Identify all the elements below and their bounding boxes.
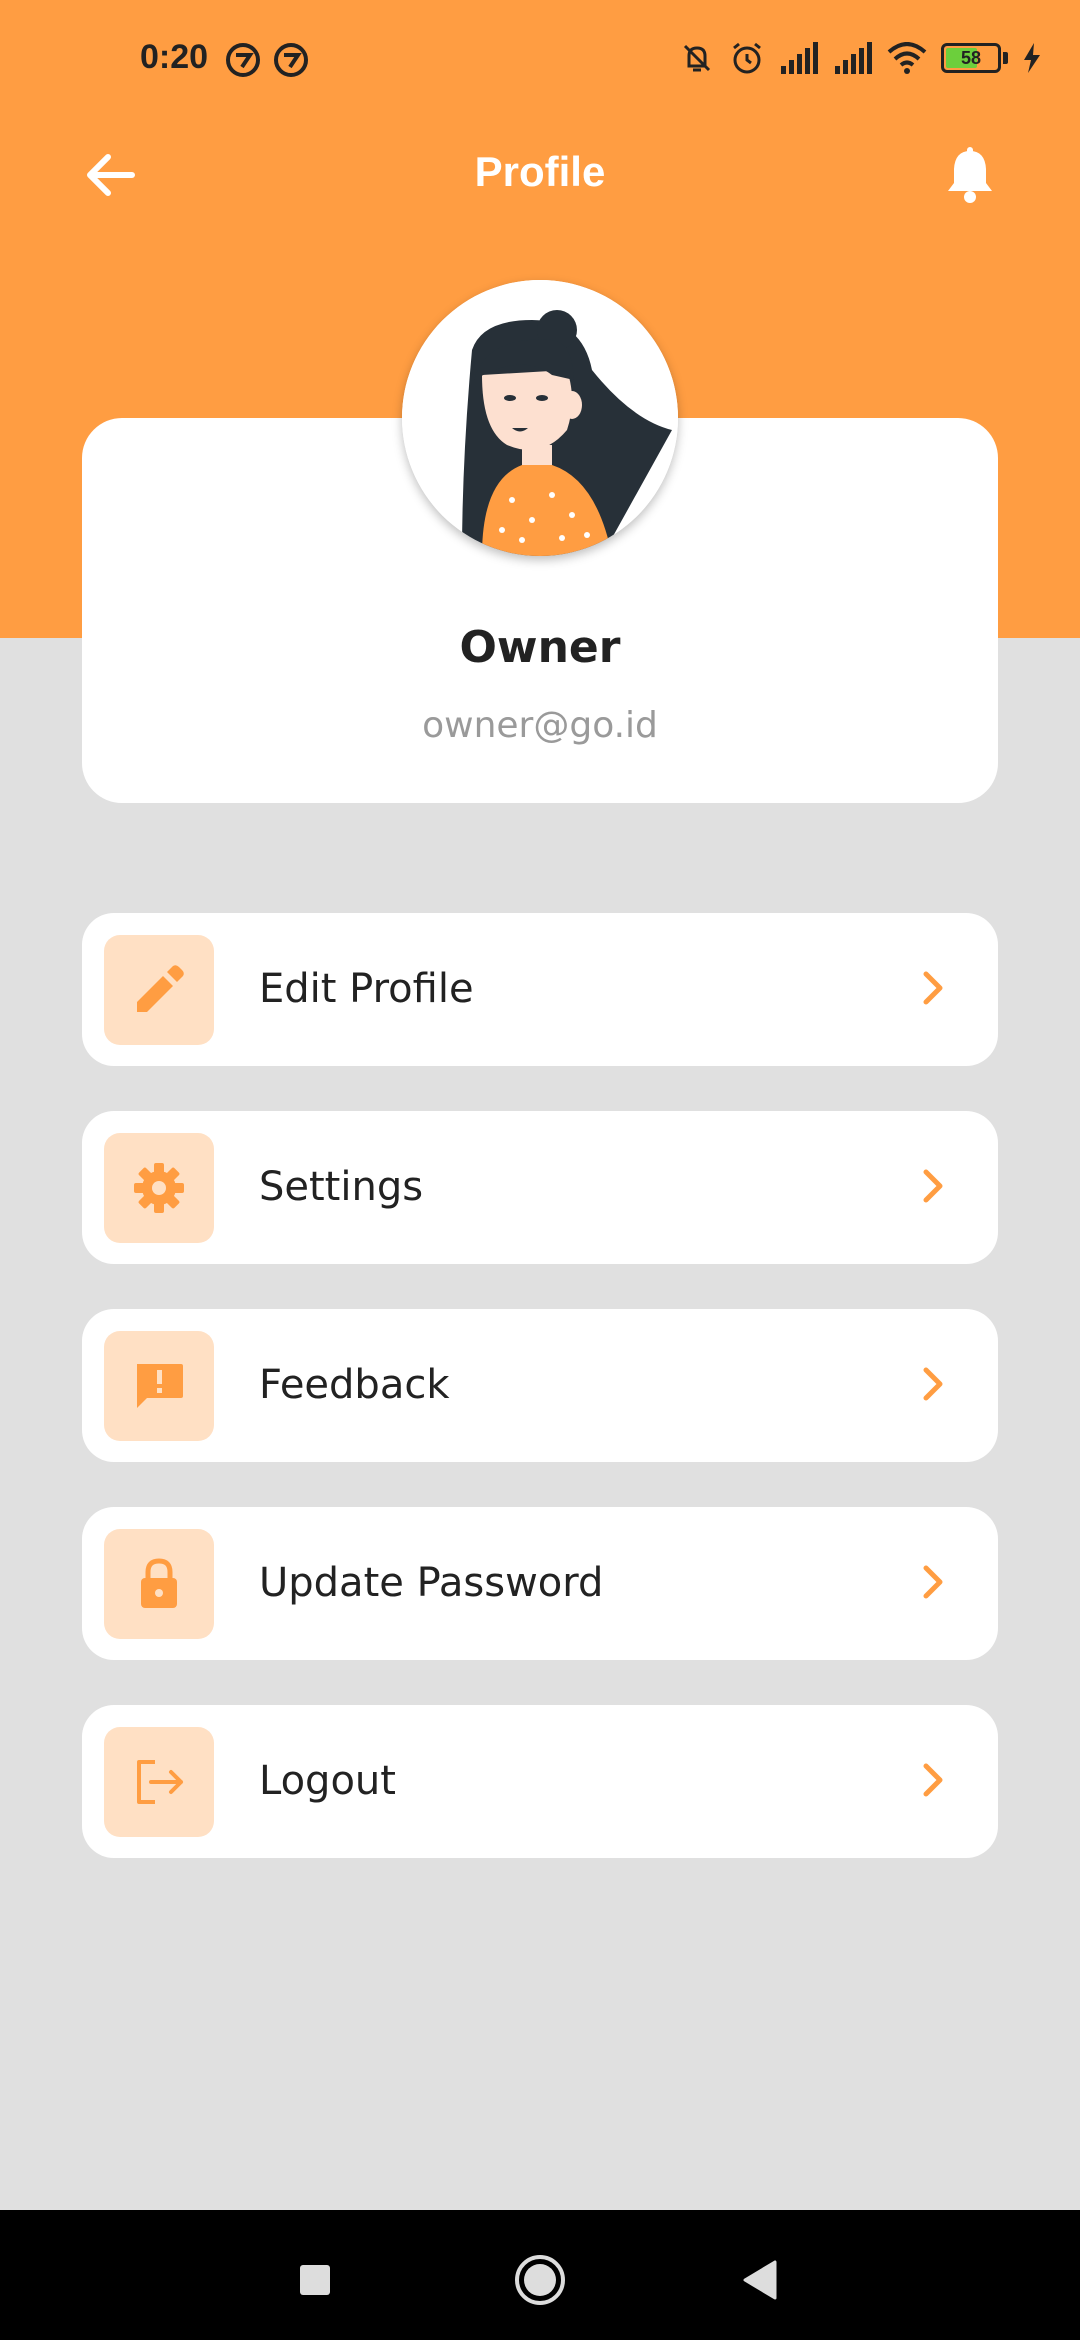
menu-item-label: Feedback [259, 1362, 450, 1408]
chevron-right-icon [908, 1359, 958, 1409]
status-time: 0:20 [140, 38, 209, 76]
menu-item-label: Update Password [259, 1560, 604, 1606]
logout-icon [137, 1760, 183, 1804]
circle-icon [515, 2255, 565, 2305]
battery-level: 58 [960, 47, 982, 68]
chevron-right-icon [908, 963, 958, 1013]
recents-button[interactable] [285, 2250, 345, 2310]
menu-icon-box [104, 935, 214, 1045]
menu-icon-box [104, 1331, 214, 1441]
status-system-icons: 58 [679, 40, 1042, 76]
back-nav-button[interactable] [730, 2250, 790, 2310]
avatar[interactable] [402, 280, 678, 556]
menu-icon-box [104, 1133, 214, 1243]
profile-email: owner@go.id [422, 705, 658, 746]
menu-item-logout[interactable]: Logout [82, 1705, 998, 1858]
charging-icon [1024, 43, 1040, 73]
signal-icon [835, 42, 872, 74]
page-title: Profile [474, 148, 606, 195]
avatar-illustration [402, 280, 678, 556]
alarm-icon [733, 42, 761, 74]
notifications-button[interactable] [940, 145, 1000, 205]
menu-item-label: Settings [259, 1164, 424, 1210]
menu-item-edit-profile[interactable]: Edit Profile [82, 913, 998, 1066]
status-bar: 0:20 58 [0, 0, 1080, 120]
app-notification-icon [226, 43, 260, 77]
lock-icon [141, 1558, 177, 1608]
profile-name: Owner [459, 622, 621, 673]
menu-item-label: Edit Profile [259, 966, 474, 1012]
triangle-left-icon [743, 2260, 777, 2300]
chevron-right-icon [908, 1557, 958, 1607]
pencil-icon [137, 965, 184, 1012]
battery-icon: 58 [941, 43, 1001, 73]
menu-item-feedback[interactable]: Feedback [82, 1309, 998, 1462]
status-notification-icons [225, 42, 309, 78]
app-notification-icon [274, 43, 308, 77]
menu-item-settings[interactable]: Settings [82, 1111, 998, 1264]
menu-item-label: Logout [259, 1758, 396, 1804]
chevron-right-icon [908, 1755, 958, 1805]
menu-icon-box [104, 1529, 214, 1639]
wifi-icon [887, 42, 927, 74]
square-icon [300, 2265, 330, 2295]
home-button[interactable] [510, 2250, 570, 2310]
gear-icon [134, 1163, 184, 1213]
system-nav-bar [0, 2210, 1080, 2340]
bell-muted-icon [683, 44, 711, 72]
bell-icon [948, 147, 992, 203]
menu-item-update-password[interactable]: Update Password [82, 1507, 998, 1660]
feedback-icon [137, 1364, 183, 1408]
menu-icon-box [104, 1727, 214, 1837]
chevron-right-icon [908, 1161, 958, 1211]
signal-icon [781, 42, 818, 74]
